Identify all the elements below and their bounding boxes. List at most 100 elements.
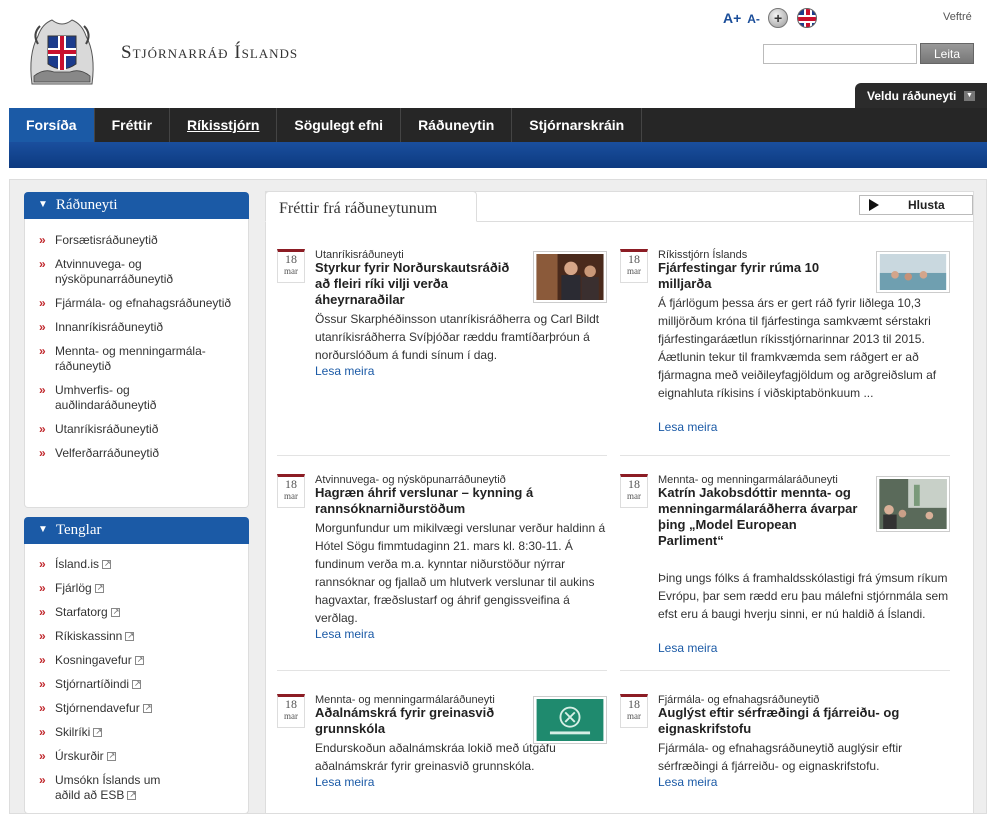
search-input[interactable] <box>763 44 917 64</box>
read-more-link[interactable]: Lesa meira <box>658 775 717 789</box>
external-link-icon <box>134 652 144 667</box>
sidebar-item-forsaetisraduneytid[interactable]: Forsætisráðuneytið <box>39 233 234 248</box>
site-map-link[interactable]: Veftré <box>943 11 972 23</box>
external-link-icon <box>106 748 116 763</box>
sidebar-item-atvinnuvega[interactable]: Atvinnuvega- og nýsköpunarráðuneytið <box>39 257 234 287</box>
date-badge: 18 mar <box>620 474 648 508</box>
news-title-link[interactable]: Hagræn áhrif verslunar – kynning á ranns… <box>315 485 565 517</box>
sidebar-link-island-is[interactable]: Ísland.is <box>39 556 234 572</box>
news-item: 18 mar Atvinnuvega- og nýsköpunarráðuneyt… <box>277 474 605 674</box>
search-button[interactable]: Leita <box>920 43 974 64</box>
news-thumbnail[interactable] <box>876 251 950 293</box>
ministries-header[interactable]: ▼ Ráðuneyti <box>24 192 249 219</box>
triangle-down-icon: ▼ <box>38 524 48 535</box>
external-link-icon <box>142 700 152 715</box>
news-summary: Endurskoðun aðalnámskráa lokið með útgáf… <box>315 741 556 773</box>
news-divider <box>277 455 607 456</box>
font-larger-button[interactable]: A+ <box>723 10 741 26</box>
news-title-link[interactable]: Aðalnámskrá fyrir greinasvið grunnskóla <box>315 705 515 737</box>
sidebar-item-velferdar[interactable]: Velferðarráðuneytið <box>39 446 234 461</box>
date-badge: 18 mar <box>277 249 305 283</box>
news-item: 18 mar Utanríkisráðuneyti Styrkur fyrir N… <box>277 249 599 449</box>
date-badge: 18 mar <box>620 694 648 728</box>
news-item: 18 mar Mennta- og menningarmálaráðuneyti … <box>620 474 948 674</box>
external-link-icon <box>127 787 137 802</box>
external-link-icon <box>110 604 120 619</box>
news-item: 18 mar Mennta- og menningarmálaráðuneyti … <box>277 694 577 804</box>
font-smaller-button[interactable]: A- <box>747 12 760 26</box>
external-link-icon <box>93 724 103 739</box>
site-header: Stjórnarráð Íslands A+ A- Veftré Leita V… <box>0 0 989 108</box>
news-divider <box>620 670 950 671</box>
news-divider <box>277 670 607 671</box>
news-title-link[interactable]: Auglýst eftir sérfræðingi á fjárreiðu- o… <box>658 705 918 737</box>
date-badge: 18 mar <box>620 249 648 283</box>
ministries-list: Forsætisráðuneytið Atvinnuvega- og nýskö… <box>24 219 249 508</box>
external-link-icon <box>102 556 112 571</box>
news-title-link[interactable]: Fjárfestingar fyrir rúma 10 milljarða <box>658 260 848 292</box>
sidebar-item-utanrikis[interactable]: Utanríkisráðuneytið <box>39 422 234 437</box>
date-badge: 18 mar <box>277 474 305 508</box>
ministry-selector-label: Veldu ráðuneyti <box>867 89 957 103</box>
news-title-link[interactable]: Katrín Jakobsdóttir mennta- og menningar… <box>658 485 858 549</box>
sidebar-link-urskurdir[interactable]: Úrskurðir <box>39 748 234 764</box>
nav-sub-band <box>9 142 987 168</box>
english-flag-icon[interactable] <box>797 8 817 28</box>
sidebar-item-innanrikis[interactable]: Innanríkisráðuneytið <box>39 320 234 335</box>
external-link-icon <box>132 676 142 691</box>
news-summary: Össur Skarphéðinsson utanríkisráðherra o… <box>315 312 600 362</box>
news-item: 18 mar Ríkisstjórn Íslands Fjárfestingar … <box>620 249 936 449</box>
links-box: ▼Tenglar Ísland.is Fjárlög Starfatorg Rí… <box>24 517 249 814</box>
site-name[interactable]: Stjórnarráð Íslands <box>121 42 298 64</box>
chevron-down-icon: ▼ <box>964 91 975 101</box>
sidebar-link-stjornartidindi[interactable]: Stjórnartíðindi <box>39 676 234 692</box>
news-divider <box>620 455 950 456</box>
read-more-link[interactable]: Lesa meira <box>658 420 717 434</box>
sidebar-link-esb[interactable]: Umsókn Íslands um aðild að ESB <box>39 773 169 803</box>
nav-item-frettir[interactable]: Fréttir <box>95 108 171 142</box>
nav-item-raduneytin[interactable]: Ráðuneytin <box>401 108 513 142</box>
tab-news-from-ministries[interactable]: Fréttir frá ráðuneytunum <box>265 191 477 222</box>
news-summary: Morgunfundur um mikilvægi verslunar verð… <box>315 521 606 625</box>
external-link-icon <box>125 628 135 643</box>
date-badge: 18 mar <box>277 694 305 728</box>
news-summary: Fjármála- og efnahagsráðuneytið auglýsir… <box>658 741 903 773</box>
read-more-link[interactable]: Lesa meira <box>315 364 374 378</box>
font-size-controls: A+ A- <box>723 10 760 26</box>
nav-item-sogulegt-efni[interactable]: Sögulegt efni <box>277 108 402 142</box>
sidebar-link-skilriki[interactable]: Skilríki <box>39 724 234 740</box>
read-more-link[interactable]: Lesa meira <box>315 627 374 641</box>
nav-item-stjornarskrain[interactable]: Stjórnarskráin <box>512 108 643 142</box>
sidebar-link-stjornendavefur[interactable]: Stjórnendavefur <box>39 700 234 716</box>
sidebar-item-umhverfis[interactable]: Umhverfis- og auðlindaráðuneytið <box>39 383 234 413</box>
play-icon <box>869 199 879 211</box>
news-thumbnail[interactable] <box>533 696 607 744</box>
sidebar-item-mennta[interactable]: Mennta- og menningarmála-ráðuneytið <box>39 344 234 374</box>
news-thumbnail[interactable] <box>876 476 950 532</box>
news-summary: Á fjárlögum þessa árs er gert ráð fyrir … <box>658 296 937 400</box>
read-more-link[interactable]: Lesa meira <box>315 775 374 789</box>
ministries-box: ▼Ráðuneyti Forsætisráðuneytið Atvinnuveg… <box>24 192 249 508</box>
nav-item-forsida[interactable]: Forsíða <box>9 108 95 142</box>
news-summary: Þing ungs fólks á framhaldsskólastigi fr… <box>658 571 949 621</box>
readspeaker-icon[interactable] <box>768 8 788 28</box>
sidebar-link-fjarlog[interactable]: Fjárlög <box>39 580 234 596</box>
links-header[interactable]: ▼ Tenglar <box>24 517 249 544</box>
main-navigation: Forsíða Fréttir Ríkisstjórn Sögulegt efn… <box>9 108 987 142</box>
tab-divider <box>477 221 974 222</box>
links-list: Ísland.is Fjárlög Starfatorg Ríkiskassin… <box>24 544 249 814</box>
sidebar-link-kosningavefur[interactable]: Kosningavefur <box>39 652 234 668</box>
sidebar-link-rikiskassinn[interactable]: Ríkiskassinn <box>39 628 234 644</box>
nav-item-rikisstjorn[interactable]: Ríkisstjórn <box>170 108 278 142</box>
news-thumbnail[interactable] <box>533 251 607 303</box>
external-link-icon <box>94 580 104 595</box>
triangle-down-icon: ▼ <box>38 199 48 210</box>
read-more-link[interactable]: Lesa meira <box>658 641 717 655</box>
news-item: 18 mar Fjármála- og efnahagsráðuneytið Au… <box>620 694 920 804</box>
sidebar-item-fjarmala[interactable]: Fjármála- og efnahagsráðuneytið <box>39 296 234 311</box>
news-title-link[interactable]: Styrkur fyrir Norðurskautsráðið að fleir… <box>315 260 515 308</box>
coat-of-arms-logo[interactable] <box>24 14 100 86</box>
listen-button[interactable]: Hlusta <box>859 195 973 215</box>
sidebar-link-starfatorg[interactable]: Starfatorg <box>39 604 234 620</box>
ministry-selector[interactable]: Veldu ráðuneyti ▼ <box>855 83 987 108</box>
